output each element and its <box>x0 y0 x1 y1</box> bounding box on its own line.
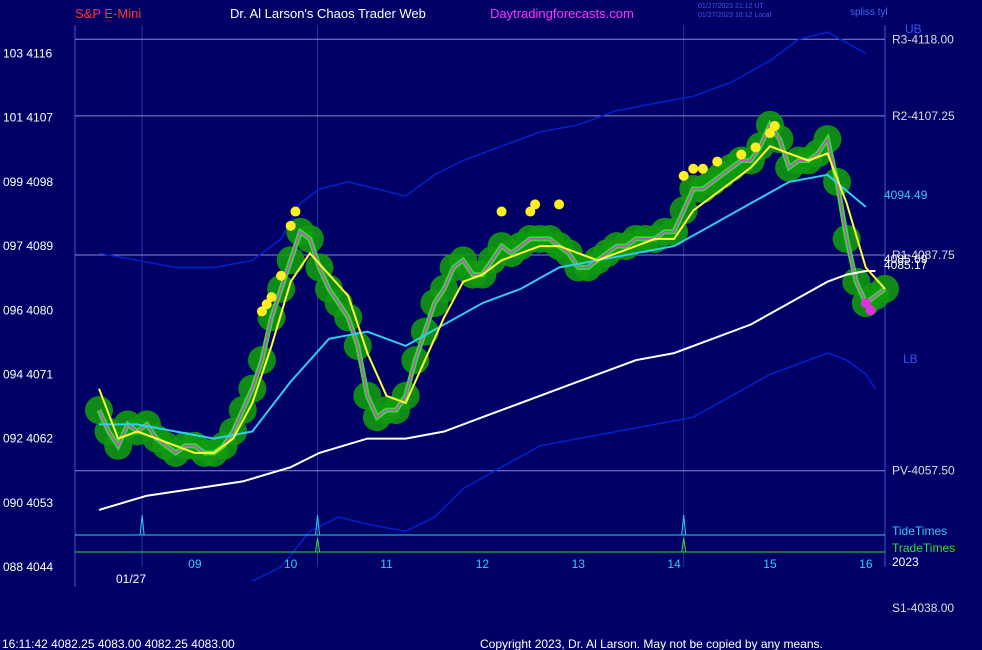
highlight-point <box>697 163 708 174</box>
highlight-point <box>276 270 287 281</box>
highlight-point <box>554 199 565 210</box>
upper-band-label: UB <box>905 22 922 36</box>
trade-times-label: TradeTimes <box>892 541 955 555</box>
header-corner-tag: spliss tyl <box>850 7 888 18</box>
y-tick-label: 094 4071 <box>3 367 53 381</box>
header-site-link[interactable]: Daytradingforecasts.com <box>490 6 634 21</box>
y-tick-label: 099 4098 <box>3 175 53 189</box>
footer-copyright: Copyright 2023, Dr. Al Larson. May not b… <box>480 637 823 650</box>
highlight-point <box>530 199 541 210</box>
y-tick-label: 101 4107 <box>3 111 53 125</box>
x-tick-label: 12 <box>476 557 490 571</box>
header-center-title: Dr. Al Larson's Chaos Trader Web <box>230 6 426 21</box>
y-tick-label: 090 4053 <box>3 496 53 510</box>
y-tick-label: 096 4080 <box>3 303 53 317</box>
x-date-label: 01/27 <box>116 572 146 586</box>
highlight-point <box>266 292 277 303</box>
x-tick-label: 10 <box>284 557 298 571</box>
x-tick-label: 13 <box>572 557 586 571</box>
y-tick-label: 103 4116 <box>3 47 52 61</box>
highlight-point <box>712 156 723 167</box>
x-tick-label: 15 <box>763 557 777 571</box>
level-label-r3: R3-4118.00 <box>892 32 954 46</box>
level-label-r2: R2-4107.25 <box>892 109 955 123</box>
y-tick-label: 097 4089 <box>3 239 53 253</box>
header-left-title: S&P E-Mini <box>75 6 141 21</box>
x-tick-label: 14 <box>667 557 681 571</box>
highlight-point <box>750 142 761 153</box>
mid-ma-value-label: 4094.49 <box>884 188 928 202</box>
x-tick-label: 16 <box>859 557 873 571</box>
y-tick-label: 088 4044 <box>3 560 53 574</box>
y-tick-label: 092 4062 <box>3 432 53 446</box>
header-update-time-ut: 01/27/2023 21:12 UT <box>698 3 764 10</box>
x-year-label: 2023 <box>892 555 919 569</box>
end-marker <box>865 305 876 316</box>
level-label-pv: PV-4057.50 <box>892 464 955 478</box>
footer-quote-line: 16:11:42 4082.25 4083.00 4082.25 4083.00 <box>2 637 235 650</box>
highlight-point <box>496 206 507 217</box>
x-tick-label: 11 <box>380 557 393 571</box>
highlight-point <box>285 220 296 231</box>
highlight-point <box>688 163 699 174</box>
highlight-point <box>769 120 780 131</box>
highlight-point <box>736 149 747 160</box>
tide-times-label: TideTimes <box>892 524 947 538</box>
highlight-point <box>290 206 301 217</box>
level-label-s1: S1-4038.00 <box>892 601 954 615</box>
highlight-point <box>678 170 689 181</box>
header-update-time-local: 01/27/2023 16:12 Local <box>698 12 772 19</box>
chart: S&P E-Mini Dr. Al Larson's Chaos Trader … <box>0 0 982 650</box>
x-tick-label: 09 <box>188 557 202 571</box>
lower-band-label: LB <box>903 352 918 366</box>
slow-ma-value-label-b: 4085.17 <box>884 258 928 272</box>
